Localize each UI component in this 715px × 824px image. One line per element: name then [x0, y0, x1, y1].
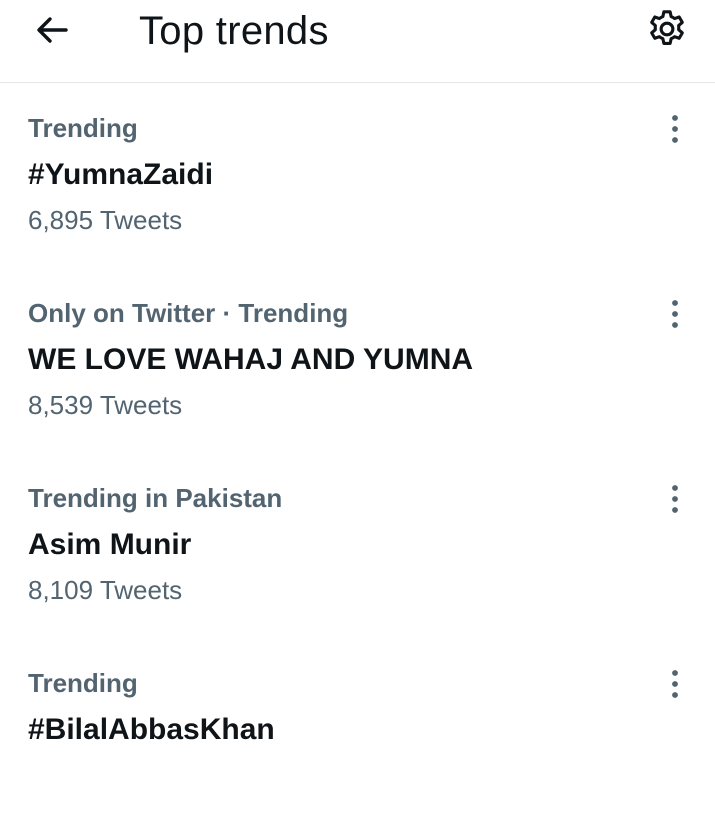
trend-item[interactable]: Trending in Pakistan Asim Munir 8,109 Tw…	[0, 454, 715, 639]
trend-item[interactable]: Trending #BilalAbbasKhan	[0, 639, 715, 824]
trend-item[interactable]: Trending #YumnaZaidi 6,895 Tweets	[0, 84, 715, 269]
more-vertical-icon	[672, 670, 678, 698]
trend-context: Only on Twitter · Trending	[28, 298, 349, 328]
trend-context: Trending in Pakistan	[28, 483, 283, 513]
arrow-left-icon	[37, 17, 68, 43]
gear-icon	[650, 10, 684, 46]
more-options-button[interactable]	[656, 295, 694, 333]
trend-item[interactable]: Only on Twitter · Trending WE LOVE WAHAJ…	[0, 269, 715, 454]
trend-tweet-count: 8,109 Tweets	[28, 575, 183, 605]
trend-name: #BilalAbbasKhan	[28, 713, 275, 746]
more-options-button[interactable]	[656, 480, 694, 518]
trend-name: #YumnaZaidi	[28, 158, 214, 191]
settings-button[interactable]	[640, 4, 694, 54]
trend-context: Trending	[28, 113, 138, 143]
trend-list: Trending #YumnaZaidi 6,895 Tweets Only o…	[0, 84, 715, 824]
trend-name: WE LOVE WAHAJ AND YUMNA	[28, 343, 474, 376]
page-title: Top trends	[139, 9, 329, 53]
back-button[interactable]	[28, 8, 76, 52]
trend-name: Asim Munir	[28, 528, 192, 561]
trend-context: Trending	[28, 668, 138, 698]
trend-tweet-count: 8,539 Tweets	[28, 390, 183, 420]
more-vertical-icon	[672, 485, 678, 513]
more-vertical-icon	[672, 300, 678, 328]
more-vertical-icon	[672, 115, 678, 143]
more-options-button[interactable]	[656, 665, 694, 703]
more-options-button[interactable]	[656, 110, 694, 148]
trend-tweet-count: 6,895 Tweets	[28, 205, 183, 235]
top-bar: Top trends	[0, 0, 715, 83]
